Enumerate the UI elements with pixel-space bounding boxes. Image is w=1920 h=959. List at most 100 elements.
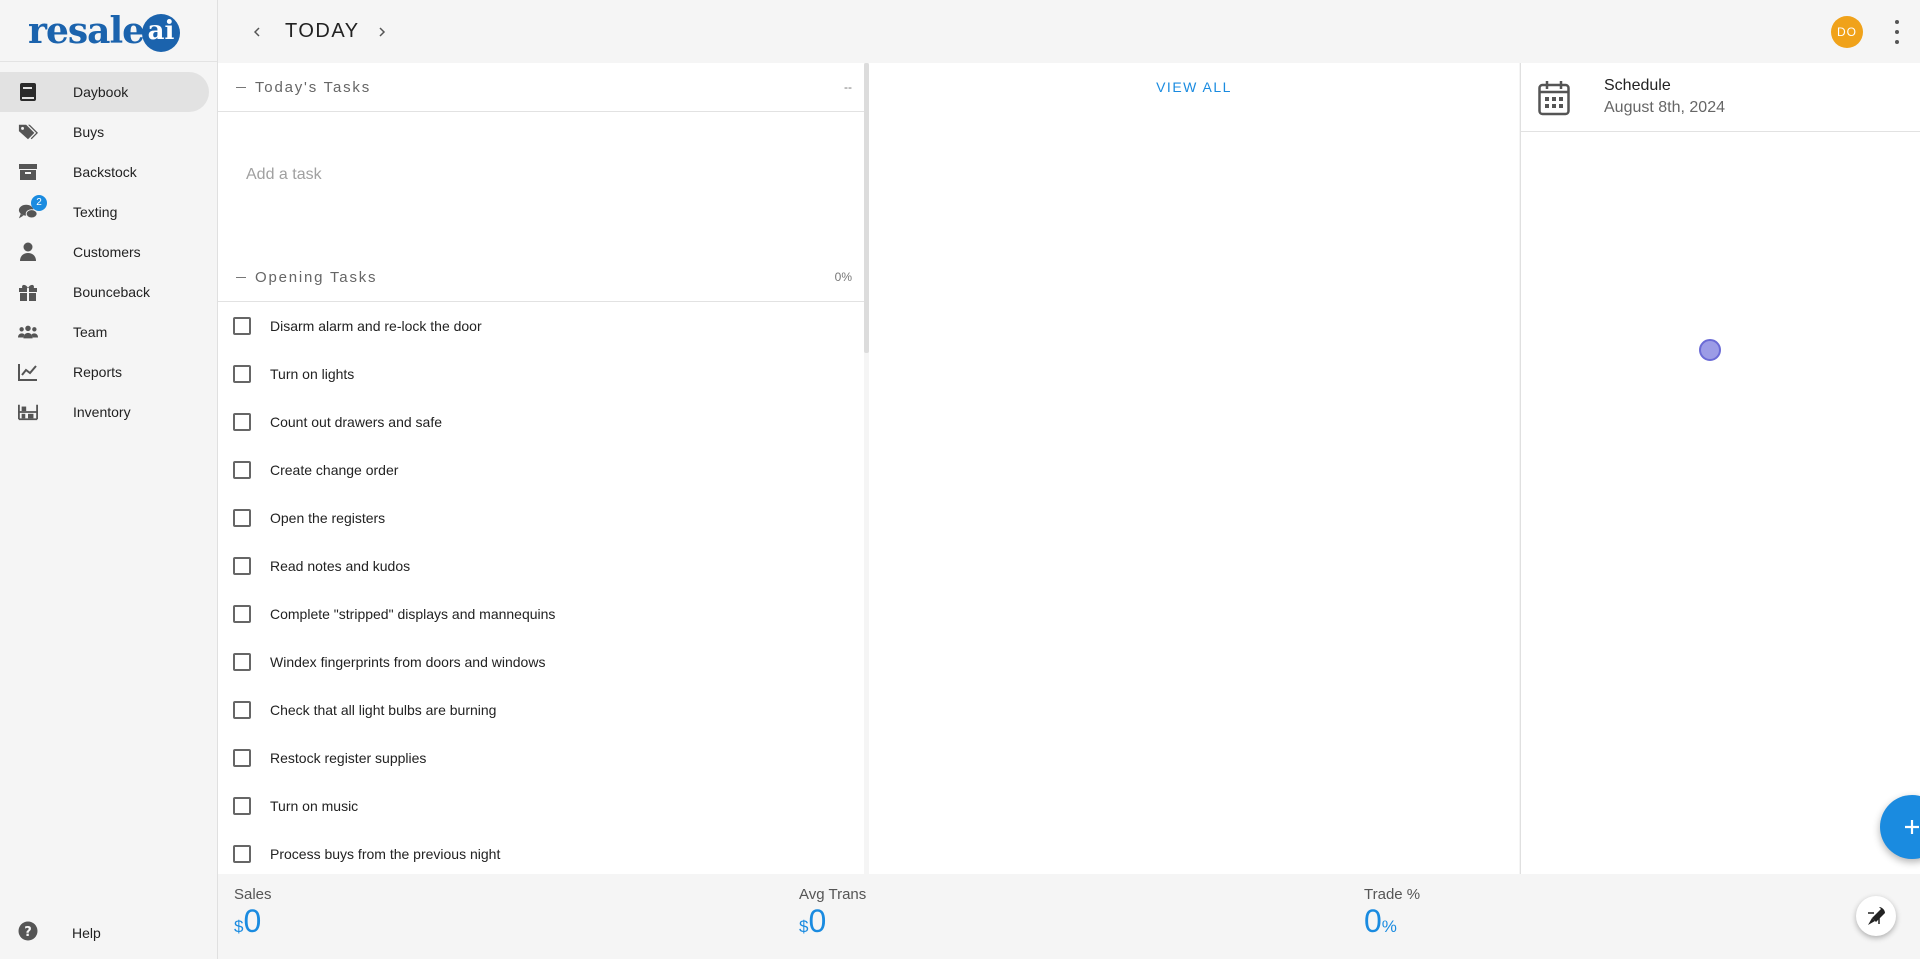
task-item[interactable]: Disarm alarm and re-lock the door (218, 302, 864, 350)
help-link[interactable]: ? Help (0, 913, 210, 953)
task-checkbox[interactable] (233, 461, 251, 479)
user-icon (18, 242, 38, 262)
todays-tasks-title: Today's Tasks (255, 78, 372, 96)
gift-icon (18, 282, 38, 302)
sidebar-item-label: Customers (73, 244, 141, 260)
loading-spinner (1699, 339, 1721, 361)
sidebar-item-label: Reports (73, 364, 123, 380)
task-checkbox[interactable] (233, 413, 251, 431)
avatar[interactable]: DO (1831, 16, 1863, 48)
view-all-link[interactable]: VIEW ALL (869, 79, 1519, 95)
collapse-icon (236, 276, 246, 278)
logo[interactable]: resale ai (0, 0, 217, 62)
stats-bar: Sales $0 Avg Trans $0 Trade % 0% (218, 874, 1920, 959)
task-label: Create change order (270, 462, 399, 478)
schedule-header: Schedule August 8th, 2024 (1521, 63, 1920, 132)
plus-icon (1905, 820, 1919, 834)
sidebar-item-customers[interactable]: Customers (0, 232, 209, 272)
chevron-left-icon[interactable] (245, 20, 269, 44)
task-item[interactable]: Turn on music (218, 782, 864, 830)
task-item[interactable]: Turn on lights (218, 350, 864, 398)
task-checkbox[interactable] (233, 653, 251, 671)
task-item[interactable]: Process buys from the previous night (218, 830, 864, 874)
task-checkbox[interactable] (233, 845, 251, 863)
texting-badge: 2 (31, 195, 47, 211)
archive-icon (18, 162, 38, 182)
sidebar-item-backstock[interactable]: Backstock (0, 152, 209, 192)
task-item[interactable]: Windex fingerprints from doors and windo… (218, 638, 864, 686)
sidebar-nav: Daybook Buys Backstock 2 Texting Custome… (0, 62, 217, 432)
task-item[interactable]: Create change order (218, 446, 864, 494)
quick-action-button[interactable] (1856, 896, 1896, 936)
task-label: Check that all light bulbs are burning (270, 702, 497, 718)
task-checkbox[interactable] (233, 797, 251, 815)
todays-tasks-count: -- (844, 80, 852, 94)
task-label: Restock register supplies (270, 750, 427, 766)
sidebar-item-label: Inventory (73, 404, 131, 420)
stat-label: Sales (234, 886, 272, 903)
opening-tasks-progress: 0% (834, 270, 852, 284)
task-label: Read notes and kudos (270, 558, 411, 574)
sidebar-item-buys[interactable]: Buys (0, 112, 209, 152)
task-label: Turn on music (270, 798, 359, 814)
opening-tasks-title: Opening Tasks (255, 268, 378, 286)
add-task-area (218, 112, 864, 253)
task-checkbox[interactable] (233, 509, 251, 527)
stat-trade-percent: Trade % 0% (1364, 886, 1420, 940)
sidebar-item-reports[interactable]: Reports (0, 352, 209, 392)
inventory-icon (18, 402, 38, 422)
opening-tasks-header[interactable]: Opening Tasks 0% (218, 253, 864, 302)
opening-task-list: Disarm alarm and re-lock the door Turn o… (218, 302, 864, 874)
collapse-icon (236, 86, 246, 88)
stat-value: $0 (234, 903, 262, 939)
sidebar-item-label: Bounceback (73, 284, 151, 300)
sidebar: resale ai Daybook Buys Backstock 2 Texti… (0, 0, 218, 959)
task-label: Process buys from the previous night (270, 846, 501, 862)
help-icon: ? (18, 921, 38, 946)
task-item[interactable]: Check that all light bulbs are burning (218, 686, 864, 734)
chevron-right-icon[interactable] (370, 20, 394, 44)
stat-label: Avg Trans (799, 886, 867, 903)
sidebar-item-label: Team (73, 324, 108, 340)
more-vert-icon[interactable] (1892, 20, 1902, 44)
sidebar-item-bounceback[interactable]: Bounceback (0, 272, 209, 312)
sidebar-item-label: Buys (73, 124, 105, 140)
sidebar-item-texting[interactable]: 2 Texting (0, 192, 209, 232)
task-checkbox[interactable] (233, 605, 251, 623)
sidebar-item-label: Daybook (73, 84, 129, 100)
notes-panel: VIEW ALL (869, 63, 1519, 874)
task-item[interactable]: Complete "stripped" displays and mannequ… (218, 590, 864, 638)
sidebar-item-inventory[interactable]: Inventory (0, 392, 209, 432)
stat-avg-trans: Avg Trans $0 (799, 886, 866, 940)
task-checkbox[interactable] (233, 701, 251, 719)
logo-mark: ai (142, 13, 181, 52)
task-label: Complete "stripped" displays and mannequ… (270, 606, 556, 622)
stat-sales: Sales $0 (234, 886, 272, 940)
task-checkbox[interactable] (233, 557, 251, 575)
sidebar-item-daybook[interactable]: Daybook (0, 72, 209, 112)
stat-value: $0 (799, 903, 827, 939)
sidebar-item-team[interactable]: Team (0, 312, 209, 352)
schedule-title: Schedule (1604, 77, 1671, 94)
task-checkbox[interactable] (233, 317, 251, 335)
task-item[interactable]: Restock register supplies (218, 734, 864, 782)
task-item[interactable]: Read notes and kudos (218, 542, 864, 590)
stat-label: Trade % (1364, 886, 1421, 903)
task-label: Count out drawers and safe (270, 414, 442, 430)
schedule-date: August 8th, 2024 (1604, 99, 1725, 116)
task-label: Turn on lights (270, 366, 355, 382)
team-icon (18, 322, 38, 342)
tasks-panel: Today's Tasks -- Opening Tasks 0% Disarm… (218, 63, 864, 874)
task-label: Windex fingerprints from doors and windo… (270, 654, 546, 670)
stat-value: 0% (1364, 903, 1397, 939)
todays-tasks-header[interactable]: Today's Tasks -- (218, 63, 864, 112)
task-checkbox[interactable] (233, 365, 251, 383)
task-item[interactable]: Open the registers (218, 494, 864, 542)
task-checkbox[interactable] (233, 749, 251, 767)
schedule-panel: Schedule August 8th, 2024 (1520, 63, 1920, 874)
sidebar-item-label: Backstock (73, 164, 137, 180)
svg-text:?: ? (24, 925, 32, 940)
add-task-input[interactable] (246, 166, 806, 184)
calendar-icon (1538, 80, 1570, 116)
task-item[interactable]: Count out drawers and safe (218, 398, 864, 446)
